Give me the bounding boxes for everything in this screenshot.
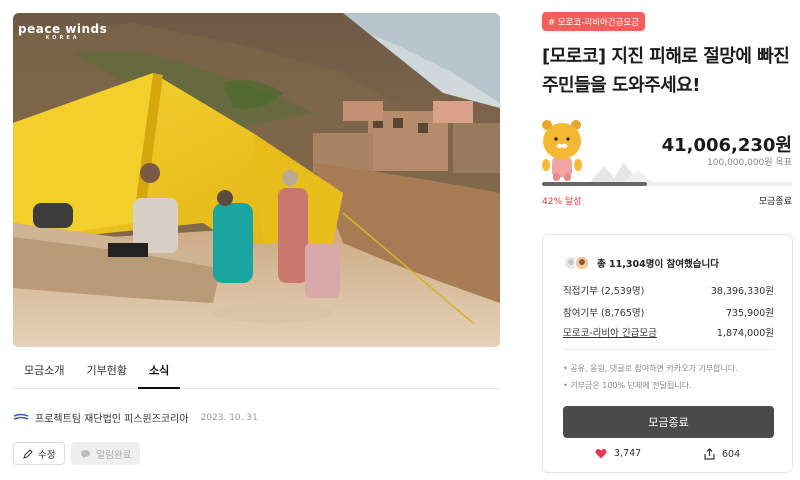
tab-donation-status[interactable]: 기부현황 [75, 352, 137, 389]
goal-amount: 100,000,000원 목표 [707, 158, 792, 168]
participation-donation-row: 참여기부 (8,765명) 735,900원 [563, 308, 774, 319]
progress-bar [542, 182, 793, 186]
org-logo-icon [13, 413, 29, 420]
chat-bubble-icon [81, 449, 91, 458]
campaign-title: [모로코] 지진 피해로 절망에 빠진 주민들을 도와주세요! [542, 46, 790, 96]
mountain-decoration-icon [590, 162, 652, 182]
content-tabs: 모금소개 기부현황 소식 [13, 352, 500, 389]
note-kakao: • 공유, 응원, 댓글로 참여하면 카카오가 기부합니다. [563, 364, 738, 373]
donation-panel: 총 11,304명이 참여했습니다 직접기부 (2,539명) 38,396,3… [542, 234, 793, 473]
note-delivery: • 기부금은 100% 단체에 전달됩니다. [563, 381, 692, 390]
direct-donation-row: 직접기부 (2,539명) 38,396,330원 [563, 286, 774, 297]
campaign-status: 모금종료 [758, 197, 792, 207]
tab-intro[interactable]: 모금소개 [13, 352, 75, 389]
share-button[interactable]: 604 [704, 448, 740, 460]
share-icon [704, 448, 715, 460]
alarm-button[interactable]: 알림완료 [71, 442, 141, 465]
post-date: 2023. 10. 31 [200, 412, 258, 423]
progress-percent: 42% 달성 [542, 197, 582, 207]
participant-avatars-icon [563, 255, 590, 271]
campaign-tag[interactable]: # 모로코-리비아긴급모금 [542, 12, 646, 31]
tab-news[interactable]: 소식 [137, 352, 181, 389]
post-actions: 수정 알림완료 [13, 442, 141, 465]
edit-button[interactable]: 수정 [13, 442, 66, 465]
raised-amount: 41,006,230원 [661, 135, 792, 156]
participants-summary: 총 11,304명이 참여했습니다 [563, 255, 719, 271]
campaign-photo: peace winds KOREA [13, 13, 500, 347]
panel-divider [563, 349, 774, 350]
campaign-donation-link[interactable]: 모로코-리비아 긴급모금 [563, 325, 657, 339]
ryan-mascot-icon [542, 120, 582, 181]
heart-icon [595, 449, 607, 459]
peace-winds-logo: peace winds KOREA [18, 22, 108, 41]
post-author-row: 프로젝트팀 재단법인 피스윈즈코리아 2023. 10. 31 [13, 410, 258, 425]
pencil-icon [23, 448, 33, 459]
progress-bar-fill [542, 182, 648, 186]
post-author[interactable]: 프로젝트팀 재단법인 피스윈즈코리아 [35, 410, 189, 425]
campaign-donation-row: 모로코-리비아 긴급모금 1,874,000원 [563, 325, 774, 339]
donation-ended-button[interactable]: 모금종료 [563, 406, 774, 438]
like-button[interactable]: 3,747 [595, 448, 641, 459]
